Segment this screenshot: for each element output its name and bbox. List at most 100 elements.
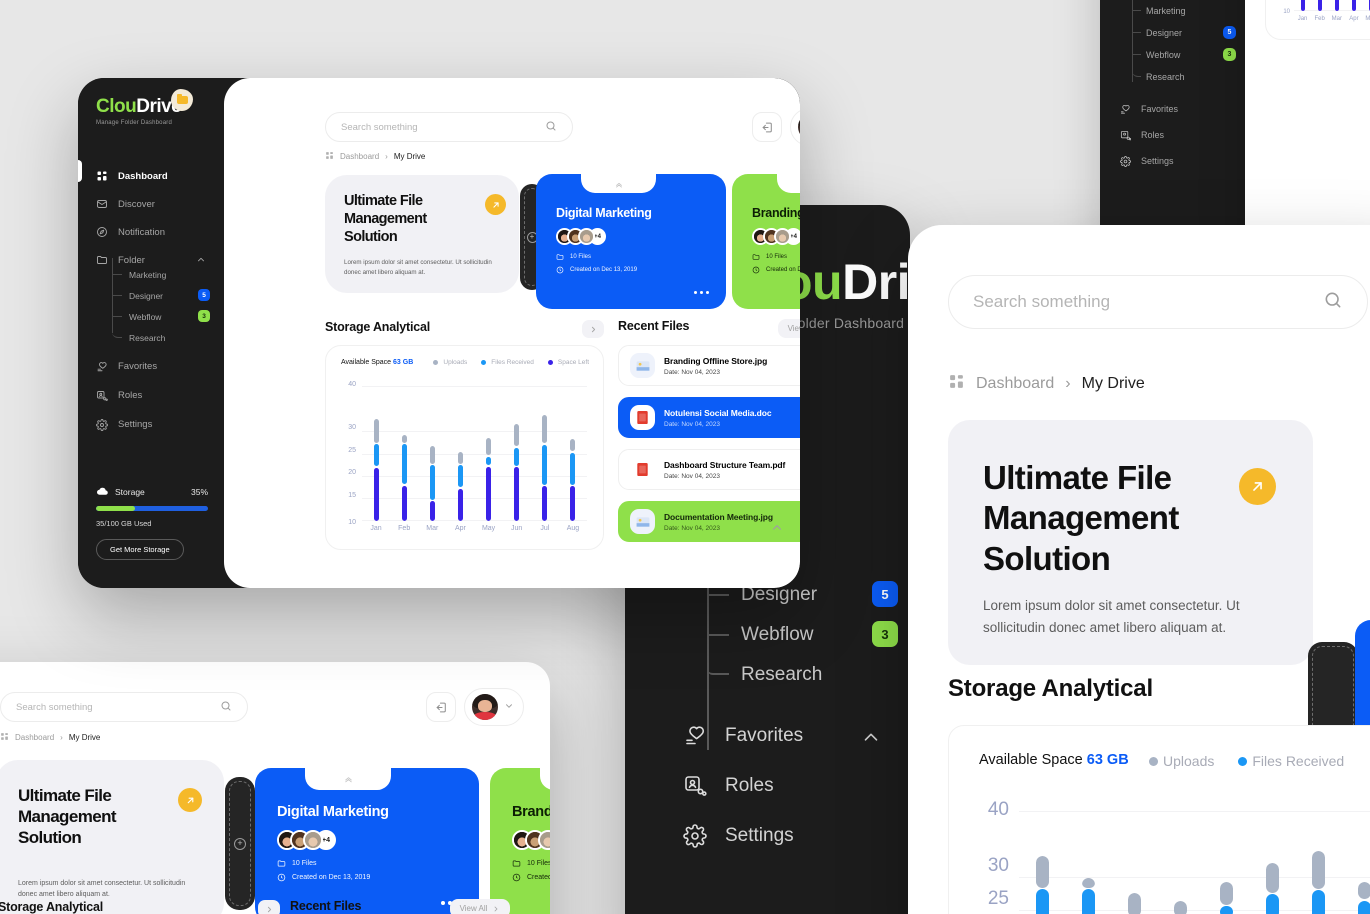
user-menu[interactable] <box>790 108 800 146</box>
bar-segment-uploads <box>401 435 407 443</box>
bar-segment-files-received <box>457 465 463 488</box>
sidebar-folder-marketing[interactable]: Marketing <box>1120 0 1240 22</box>
folder-badge: 5 <box>1223 26 1236 39</box>
login-button-bl[interactable] <box>426 692 456 722</box>
sidebar-item-roles[interactable]: Roles <box>1120 122 1240 148</box>
sidebar-item-dashboard[interactable]: Dashboard <box>96 162 208 190</box>
breadcrumb-root[interactable]: Dashboard <box>976 375 1054 393</box>
legend-uploads[interactable]: Uploads <box>433 359 467 366</box>
breadcrumb-root[interactable]: Dashboard <box>15 733 54 742</box>
storage-chart-card-big: Available Space 63 GB Uploads Files Rece… <box>948 725 1370 914</box>
created-date: Created on Dec 13, 2019 <box>527 874 550 881</box>
search-input-big[interactable]: Search something <box>948 275 1368 329</box>
bar-segment-space-left <box>1300 0 1305 11</box>
chart-bar <box>570 438 576 521</box>
hero-title-line3: Solution <box>983 539 1111 577</box>
sidebar-folder-research[interactable]: Research <box>106 327 210 348</box>
bar-segment-uploads <box>373 418 379 443</box>
search-placeholder: Search something <box>16 701 93 713</box>
breadcrumb-big: Dashboard › My Drive <box>948 373 1145 395</box>
sidebar-item-favorites[interactable]: Favorites <box>1120 96 1240 122</box>
view-all-button-bl[interactable]: View All <box>450 899 510 914</box>
hero-action-button[interactable] <box>485 194 506 215</box>
search-placeholder: Search something <box>973 292 1111 311</box>
folder-card-digital-marketing-bl[interactable]: Digital Marketing +4 10 Files Created on… <box>255 768 479 914</box>
bar-segment-space-left <box>1351 0 1356 11</box>
file-row[interactable]: Notulensi Social Media.doc Date: Nov 04, … <box>618 397 800 438</box>
sidebar-folder-webflow[interactable]: Webflow 3 <box>1120 44 1240 66</box>
sidebar-item-notification[interactable]: Notification <box>96 218 208 246</box>
collapse-chevron-icon[interactable] <box>860 727 882 754</box>
folder-card-branding-product-bl[interactable]: Branding Product +4 10 Files Created on … <box>490 768 550 914</box>
storage-progress-bar[interactable] <box>96 506 208 511</box>
view-all-button[interactable]: View All <box>778 319 800 338</box>
file-row[interactable]: Dashboard Structure Team.pdf Date: Nov 04… <box>618 449 800 490</box>
folder-card-title: Digital Marketing <box>277 804 389 820</box>
sidebar: ClouDrive Manage Folder Dashboard Dashbo… <box>78 78 224 588</box>
sidebar-item-label: Settings <box>725 825 794 846</box>
sidebar-folder-designer[interactable]: Designer 5 <box>106 285 210 306</box>
sidebar-item-label: Roles <box>118 390 143 401</box>
folder-card-title: Branding Product <box>512 804 550 820</box>
folder-card-files: 10 Files <box>512 859 550 868</box>
legend-space-left[interactable]: Space Left <box>547 359 589 366</box>
legend-uploads[interactable]: Uploads <box>1149 753 1214 769</box>
login-button[interactable] <box>752 112 782 142</box>
bar-segment-space-left <box>429 501 435 521</box>
sidebar-item-roles[interactable]: Roles <box>96 381 208 410</box>
chart-bar <box>1265 862 1279 914</box>
chart-bar <box>514 424 520 521</box>
sidebar-folder-webflow[interactable]: Webflow 3 <box>106 306 210 327</box>
hero-title: Ultimate File Management Solution <box>983 458 1179 579</box>
bar-segment-files-received <box>1265 894 1279 914</box>
sidebar-item-roles-big[interactable]: Roles <box>683 761 903 811</box>
more-dots-icon[interactable] <box>694 291 709 294</box>
sidebar-item-discover[interactable]: Discover <box>96 190 208 218</box>
bar-segment-files-received <box>1357 900 1370 914</box>
sidebar-item-settings-big[interactable]: Settings <box>683 811 903 861</box>
breadcrumb-root[interactable]: Dashboard <box>340 152 379 161</box>
bar-segment-files-received <box>514 447 520 466</box>
sidebar-item-settings[interactable]: Settings <box>1120 148 1240 174</box>
bar-segment-files-received <box>1311 889 1325 914</box>
breadcrumb-current[interactable]: My Drive <box>394 152 426 161</box>
chart-plot: 40 30 25 20 15 10 Jan Feb Mar Apr May Jun Jul A… <box>348 381 587 532</box>
storage-next-button-bl[interactable] <box>258 900 280 914</box>
legend-files-received[interactable]: Files Received <box>1238 753 1344 769</box>
sidebar-folder-webflow-big[interactable]: Webflow 3 <box>683 615 903 655</box>
storage-chart-card: Available Space 63 GB Uploads Files Rece… <box>325 345 604 550</box>
chart-bar <box>1081 877 1095 914</box>
hero-action-button[interactable] <box>1239 468 1276 505</box>
storage-next-button[interactable] <box>582 320 604 338</box>
file-row[interactable]: Branding Offline Store.jpg Date: Nov 04, … <box>618 345 800 386</box>
scroll-up-chevron-icon[interactable] <box>770 521 784 540</box>
add-folder-slot-bl[interactable]: + <box>225 777 255 910</box>
heart-hand-icon <box>96 361 108 373</box>
search-input-bl[interactable]: Search something <box>0 692 248 722</box>
sidebar-drag-handle[interactable] <box>78 160 82 182</box>
sidebar-folder-research[interactable]: Research <box>1120 66 1240 88</box>
folder-card-branding-product[interactable]: Branding Product +4 10 Files Created on … <box>732 174 800 309</box>
x-tick: Jun <box>1366 16 1370 22</box>
get-more-storage-button[interactable]: Get More Storage <box>96 539 184 560</box>
sidebar-item-favorites[interactable]: Favorites <box>96 352 208 381</box>
sidebar-item-settings[interactable]: Settings <box>96 410 208 439</box>
legend-files-received[interactable]: Files Received <box>481 359 534 366</box>
user-menu-bl[interactable] <box>464 688 524 726</box>
hero-action-button[interactable] <box>178 788 202 812</box>
breadcrumb-current[interactable]: My Drive <box>1082 375 1145 393</box>
hero-title-line3: Solution <box>18 828 82 848</box>
sidebar-folder-designer[interactable]: Designer 5 <box>1120 22 1240 44</box>
file-date: Date: Nov 04, 2023 <box>664 472 721 480</box>
sidebar-folder-marketing[interactable]: Marketing <box>106 264 210 285</box>
recent-files-title-bl: Recent Files <box>290 899 362 913</box>
chevron-down-icon <box>504 698 514 716</box>
sidebar-item-label: Settings <box>1141 156 1174 166</box>
breadcrumb-current[interactable]: My Drive <box>69 733 101 742</box>
folder-card-digital-marketing[interactable]: Digital Marketing +4 10 Files Created on… <box>536 174 726 309</box>
hero-title-line2: Management <box>983 499 1179 537</box>
chart-plot-topright: 40 30 25 20 15 10 JanFebMarAprMayJunJulA… <box>1283 0 1370 22</box>
view-all-label: View All <box>787 324 800 333</box>
sidebar-folder-research-big[interactable]: Research <box>683 655 903 695</box>
search-input[interactable]: Search something <box>325 112 573 142</box>
